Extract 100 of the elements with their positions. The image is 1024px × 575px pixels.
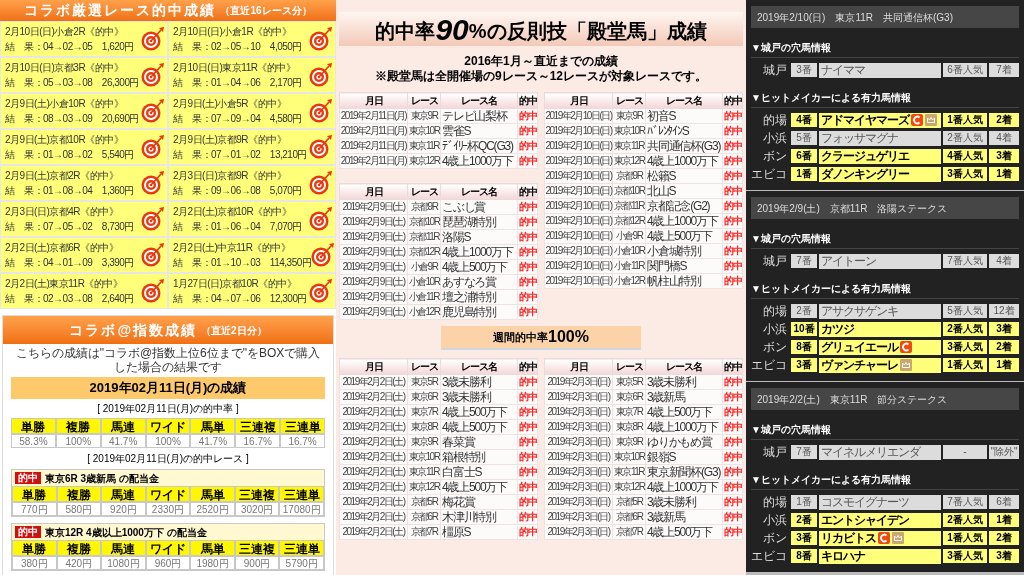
table-cell: 東京10R bbox=[612, 123, 646, 139]
horse-name: グリュイエール bbox=[821, 339, 898, 356]
race-title: 2月2日(土)京都6R《的中》 bbox=[5, 241, 120, 255]
table-cell: 京都6R bbox=[407, 509, 441, 525]
table-cell: 東京11R bbox=[612, 138, 646, 154]
placing: 12着 bbox=[989, 304, 1019, 318]
section-title: コラボ厳選レース的中成績 bbox=[24, 1, 217, 20]
table-cell: 5790円 bbox=[279, 556, 324, 570]
target-icon bbox=[309, 26, 333, 52]
table-cell: テレビ山梨杯 bbox=[440, 108, 518, 124]
popularity: 3番人気 bbox=[943, 340, 987, 354]
target-icon bbox=[141, 134, 165, 160]
rider-label: ボン bbox=[762, 530, 788, 547]
horse-name: キロハナ bbox=[821, 548, 865, 565]
race-title: 2月2日(土)東京11R《的中》 bbox=[5, 277, 124, 291]
table-cell: 京都記念(G2) bbox=[645, 198, 723, 214]
crown-icon bbox=[925, 114, 937, 126]
table-cell: 東京新聞杯(G3) bbox=[645, 464, 723, 480]
column-header: 単勝 bbox=[11, 418, 56, 434]
table-cell: 京都9R bbox=[407, 199, 441, 215]
table-cell: こぶし賞 bbox=[440, 199, 518, 215]
table-cell: 銀嶺S bbox=[645, 449, 723, 465]
race-title: 2月9日(土)小倉10R《的中》 bbox=[5, 97, 125, 111]
race-info: 東京11R bbox=[829, 392, 868, 407]
hit-mark: 的中 bbox=[517, 434, 538, 450]
table-cell: 100% bbox=[55, 434, 101, 448]
table-cell: 橿原S bbox=[440, 524, 518, 540]
table-cell: 2019年2月3日(日) bbox=[544, 374, 613, 390]
column-header: 三連単 bbox=[279, 486, 324, 502]
race-title: 2月9日(土)京都9R《的中》 bbox=[173, 133, 288, 147]
table-cell: 3歳新馬 bbox=[645, 389, 723, 405]
crown-icon bbox=[900, 359, 912, 371]
table-cell: 2019年2月9日(土) bbox=[339, 199, 408, 215]
column-header: ワイド bbox=[145, 540, 191, 556]
column-header: 月日 bbox=[544, 358, 613, 375]
rider-label: ボン bbox=[762, 339, 788, 356]
rider-label: 小浜 bbox=[762, 512, 788, 529]
table-cell: 東京9R bbox=[612, 108, 646, 124]
hit-badge: 的中 bbox=[15, 526, 41, 538]
table-cell: 小倉12R bbox=[407, 304, 441, 320]
column-header: ワイド bbox=[145, 486, 191, 502]
column-header: 馬連 bbox=[100, 418, 146, 434]
table-cell: 4歳上1000万下 bbox=[645, 419, 723, 435]
hit-mark: 的中 bbox=[722, 183, 743, 199]
table-cell: 東京8R bbox=[407, 419, 441, 435]
table-cell: 共同通信杯(G3) bbox=[645, 138, 723, 154]
race-result: 結 果：07→01→02 13,210円 bbox=[173, 148, 307, 162]
column-header: 馬連 bbox=[101, 540, 146, 556]
race-title: 2月9日(土)京都2R《的中》 bbox=[5, 169, 120, 183]
race-title: 2月10日(日)京都3R《的中》 bbox=[5, 61, 125, 75]
hit-mark: 的中 bbox=[722, 168, 743, 184]
popularity: 3番人気 bbox=[943, 167, 987, 181]
race-title: 2月10日(日)小倉2R《的中》 bbox=[5, 25, 125, 39]
table-cell: 東京9R bbox=[612, 434, 646, 450]
subtitle-text: ※殿堂馬は全開催場の9レース～12レースが対象レースです。 bbox=[375, 69, 707, 84]
table-cell: 41.7% bbox=[100, 434, 146, 448]
table-cell: 2019年2月10日(日) bbox=[544, 153, 613, 169]
column-header: ワイド bbox=[145, 418, 191, 434]
placing: 2着 bbox=[989, 340, 1019, 354]
hit-mark: 的中 bbox=[517, 479, 538, 495]
race-title: 2月10日(日)小倉1R《的中》 bbox=[173, 25, 293, 39]
table-cell: ﾃﾞｲﾘｰ杯QC(G3) bbox=[440, 138, 518, 154]
race-result: 結 果：01→04→06 2,170円 bbox=[173, 76, 302, 90]
hit-mark: 的中 bbox=[722, 494, 743, 510]
table-cell: 東京10R bbox=[612, 449, 646, 465]
table-cell: 2019年2月10日(日) bbox=[544, 258, 613, 274]
table-cell: 東京7R bbox=[612, 404, 646, 420]
target-icon bbox=[141, 62, 165, 88]
hit-mark: 的中 bbox=[517, 229, 538, 245]
popularity: 7番人気 bbox=[943, 254, 987, 268]
table-cell: 京都10R bbox=[407, 214, 441, 230]
table-cell: 東京10R bbox=[407, 123, 441, 139]
race-title: 東京6R 3歳新馬 の配当金 bbox=[45, 471, 159, 486]
horse-name: アサクサゲンキ bbox=[821, 303, 898, 320]
table-cell: 4歳上500万下 bbox=[440, 419, 518, 435]
column-header: 複勝 bbox=[55, 418, 101, 434]
table-cell: 4歳上500万下 bbox=[440, 404, 518, 420]
table-cell: 帆柱山特別 bbox=[645, 273, 723, 289]
column-header: 三連複 bbox=[235, 418, 281, 434]
hit-mark: 的中 bbox=[517, 524, 538, 540]
column-header: レース bbox=[407, 358, 441, 375]
table-cell: 2019年2月11日(月) bbox=[339, 108, 408, 124]
table-cell: 琵琶湖特別 bbox=[440, 214, 518, 230]
table-cell: 2019年2月2日(土) bbox=[339, 389, 408, 405]
table-cell: 4歳上500万下 bbox=[645, 524, 723, 540]
table-cell: 2019年2月2日(土) bbox=[339, 464, 408, 480]
placing: 3着 bbox=[989, 549, 1019, 563]
title-number: 90 bbox=[435, 14, 469, 46]
race-info: 京都11R bbox=[829, 201, 868, 216]
table-cell: 16.7% bbox=[280, 434, 325, 448]
table-cell: 東京12R bbox=[612, 479, 646, 495]
race-info: 洛陽ステークス bbox=[877, 201, 948, 216]
table-cell: 2019年2月2日(土) bbox=[339, 419, 408, 435]
target-icon bbox=[311, 242, 336, 268]
table-cell: 京都10R bbox=[612, 183, 646, 199]
hit-mark: 的中 bbox=[517, 494, 538, 510]
column-header: レース bbox=[407, 92, 441, 109]
races-label: [ 2019年02月11日(月)の的中レース ] bbox=[86, 452, 250, 466]
race-title: 2月2日(土)中京11R《的中》 bbox=[173, 241, 292, 255]
race-result: 結 果：01→08→04 1,360円 bbox=[5, 184, 134, 198]
